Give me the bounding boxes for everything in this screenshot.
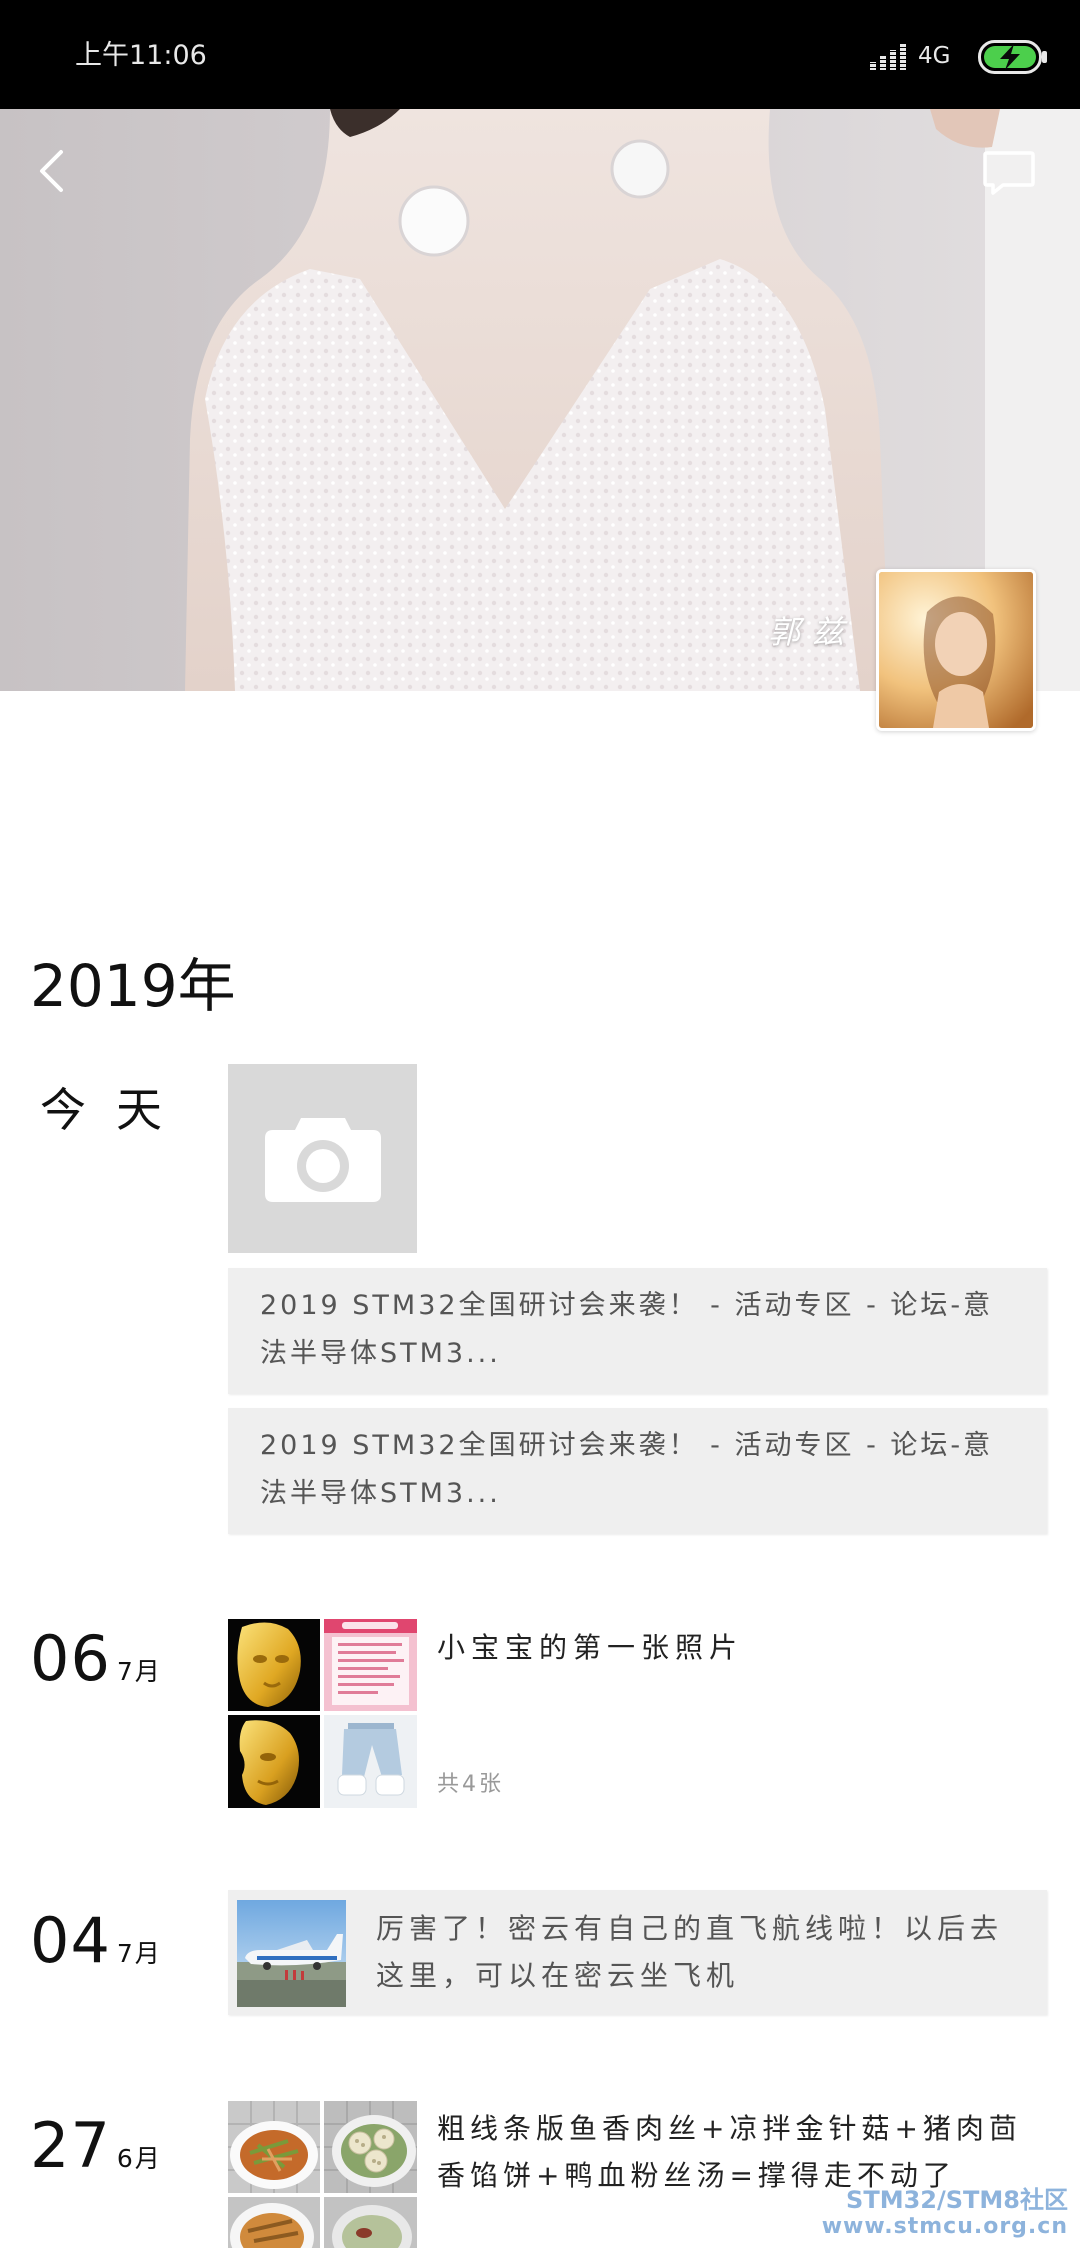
photo-grid — [228, 1619, 417, 1808]
entry-month: 6月 — [116, 2144, 162, 2173]
photo-grid — [228, 2101, 417, 2248]
status-time: 上午11:06 — [75, 40, 207, 71]
photo-thumbnail[interactable] — [228, 2101, 320, 2193]
entry-month: 7月 — [116, 1657, 162, 1686]
photo-count: 共4张 — [437, 1772, 504, 1797]
entry-day: 04 — [30, 1904, 111, 1977]
today-label: 今天 — [40, 1083, 192, 1137]
comment-icon — [983, 151, 1035, 195]
shared-article-card[interactable]: 厉害了！密云有自己的直飞航线啦！以后去这里，可以在密云坐飞机 — [228, 1890, 1047, 2015]
entry-month: 7月 — [116, 1939, 162, 1968]
entry-date: 27 6月 — [30, 2114, 162, 2178]
camera-icon — [265, 1118, 381, 1202]
photo-thumbnail[interactable] — [324, 1619, 417, 1711]
avatar-image — [879, 572, 1033, 728]
entry-day: 27 — [30, 2109, 111, 2182]
photo-thumbnail[interactable] — [324, 1715, 417, 1808]
back-button[interactable] — [26, 145, 78, 197]
photo-thumbnail[interactable] — [324, 2101, 417, 2193]
add-photo-button[interactable] — [228, 1064, 417, 1253]
photo-thumbnail[interactable] — [324, 2197, 417, 2248]
signal-icon — [870, 44, 906, 70]
chevron-left-icon — [40, 150, 63, 192]
status-bar: 上午11:06 4G — [0, 0, 1080, 109]
shared-link-card[interactable]: 2019 STM32全国研讨会来袭！ - 活动专区 - 论坛-意法半导体STM3… — [228, 1408, 1047, 1534]
photo-thumbnail[interactable] — [228, 1619, 320, 1711]
entry-text[interactable]: 粗线条版鱼香肉丝+凉拌金针菇+猪肉茴香馅饼+鸭血粉丝汤=撑得走不动了 — [437, 2105, 1042, 2199]
shared-link-title: 2019 STM32全国研讨会来袭！ - 活动专区 - 论坛-意法半导体STM3… — [260, 1430, 994, 1509]
shared-link-title: 2019 STM32全国研讨会来袭！ - 活动专区 - 论坛-意法半导体STM3… — [260, 1290, 994, 1369]
article-title: 厉害了！密云有自己的直飞航线啦！以后去这里，可以在密云坐飞机 — [376, 1912, 1004, 1992]
network-type: 4G — [918, 43, 951, 69]
article-thumbnail — [237, 1900, 346, 2007]
avatar[interactable] — [876, 569, 1036, 731]
entry-day: 06 — [30, 1622, 111, 1695]
entry-date: 04 7月 — [30, 1909, 162, 1973]
entry-date: 06 7月 — [30, 1627, 162, 1691]
photo-thumbnail[interactable] — [228, 2197, 320, 2248]
shared-link-card[interactable]: 2019 STM32全国研讨会来袭！ - 活动专区 - 论坛-意法半导体STM3… — [228, 1268, 1047, 1394]
watermark: STM32/STM8社区 www.stmcu.org.cn — [822, 2186, 1068, 2240]
year-heading: 2019年 — [30, 952, 236, 1020]
comment-button[interactable] — [978, 145, 1040, 201]
photo-thumbnail[interactable] — [228, 1715, 320, 1808]
profile-name: 郭兹 — [768, 613, 857, 651]
watermark-site-name: STM32/STM8社区 — [846, 2186, 1068, 2214]
entry-text[interactable]: 小宝宝的第一张照片 — [437, 1624, 1037, 1671]
battery-charging-icon — [978, 40, 1048, 74]
watermark-url: www.stmcu.org.cn — [821, 2214, 1068, 2239]
